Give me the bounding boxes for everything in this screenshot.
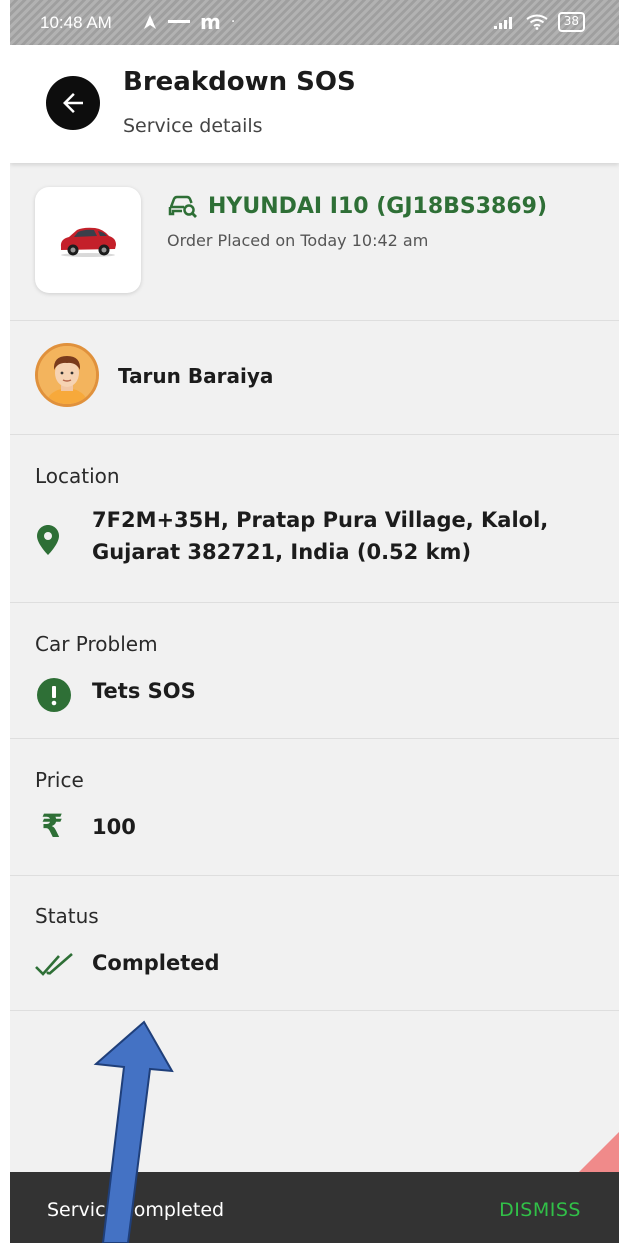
- status-section: Status Completed: [10, 875, 619, 1011]
- arrow-left-icon: [63, 93, 83, 113]
- system-icons: 38: [493, 12, 585, 32]
- avatar: [35, 343, 99, 407]
- status-time: 10:48 AM: [40, 13, 112, 32]
- car-search-icon: [168, 195, 197, 218]
- car-problem-section: Car Problem Tets SOS: [10, 602, 619, 739]
- battery-icon: 38: [557, 12, 585, 32]
- app-header: Breakdown SOS Service details: [10, 45, 619, 163]
- wifi-icon: [526, 14, 548, 30]
- price-section: Price ₹ 100: [10, 738, 619, 876]
- page-subtitle: Service details: [123, 115, 263, 137]
- car-problem-label: Car Problem: [35, 632, 158, 656]
- rupee-icon: ₹: [41, 807, 64, 845]
- car-problem-value: Tets SOS: [92, 679, 196, 703]
- order-placed-text: Order Placed on Today 10:42 am: [167, 231, 429, 250]
- dismiss-button[interactable]: DISMISS: [499, 1199, 581, 1221]
- price-value: 100: [92, 815, 136, 839]
- notification-icons: m ·: [142, 10, 235, 34]
- app-notification-icon: [168, 20, 190, 23]
- navigation-icon: [144, 15, 156, 29]
- corner-decoration: [579, 1132, 619, 1172]
- price-label: Price: [35, 768, 84, 792]
- address-line-1: 7F2M+35H, Pratap Pura Village, Kalol,: [92, 508, 549, 532]
- vehicle-section: HYUNDAI I10 (GJ18BS3869) Order Placed on…: [10, 163, 619, 321]
- dot-icon: ·: [230, 14, 236, 30]
- car-image: [60, 227, 116, 257]
- user-name: Tarun Baraiya: [118, 364, 274, 388]
- vehicle-name: HYUNDAI I10 (GJ18BS3869): [208, 193, 548, 219]
- signal-icon: [493, 17, 512, 29]
- snackbar-message: Service completed: [47, 1199, 225, 1221]
- m-app-icon: m: [200, 10, 221, 34]
- back-button[interactable]: [46, 76, 100, 130]
- app-screen: 10:48 AM m · 38 Breakdown SOS Service de…: [10, 0, 619, 1243]
- location-address: 7F2M+35H, Pratap Pura Village, Kalol, Gu…: [92, 504, 548, 568]
- page-title: Breakdown SOS: [123, 67, 356, 97]
- address-line-2: Gujarat 382721, India (0.52 km): [92, 540, 472, 564]
- alert-icon: [37, 678, 71, 712]
- vehicle-image-card: [35, 187, 141, 293]
- status-label: Status: [35, 904, 99, 928]
- status-bar: 10:48 AM m · 38: [10, 0, 619, 45]
- map-pin-icon: [37, 525, 59, 555]
- user-section: Tarun Baraiya: [10, 320, 619, 435]
- vehicle-title: HYUNDAI I10 (GJ18BS3869): [168, 193, 547, 219]
- double-check-icon: [35, 953, 73, 976]
- location-label: Location: [35, 464, 120, 488]
- user-avatar-image: [38, 346, 96, 404]
- status-value: Completed: [92, 951, 220, 975]
- location-section: Location 7F2M+35H, Pratap Pura Village, …: [10, 434, 619, 603]
- snackbar: Service completed DISMISS: [10, 1172, 619, 1243]
